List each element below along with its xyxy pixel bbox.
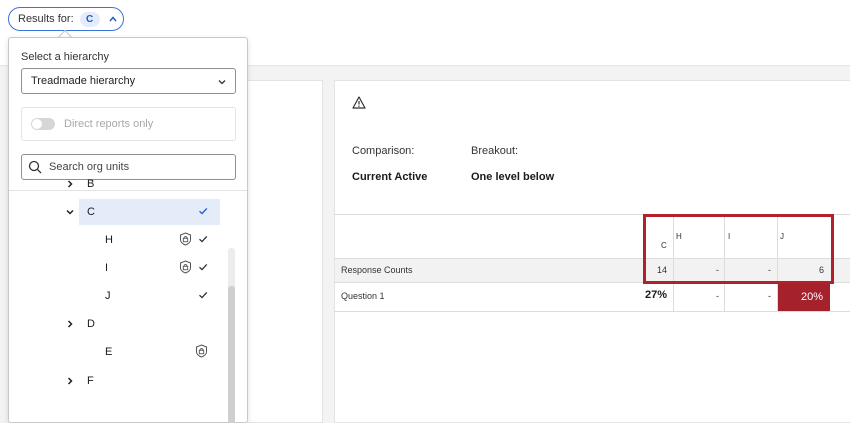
chevron-right-icon[interactable] <box>65 319 75 329</box>
hierarchy-label: Select a hierarchy <box>21 51 110 63</box>
comparison-value: Current Active <box>352 171 428 183</box>
tree-item-i[interactable]: I <box>61 255 221 281</box>
tree-item-j[interactable]: J <box>61 283 221 309</box>
checkmark-icon <box>198 262 208 275</box>
tree-item-label: D <box>87 318 95 330</box>
tree-item-label: C <box>87 206 95 218</box>
tree-item-c[interactable]: C <box>66 199 220 225</box>
highlight-frame <box>643 214 834 284</box>
warning-icon <box>352 96 366 114</box>
hierarchy-select-value: Treadmade hierarchy <box>31 75 136 87</box>
tree-item-d[interactable]: D <box>61 311 221 337</box>
cell-q1-j: 20% <box>778 283 830 311</box>
direct-reports-label: Direct reports only <box>64 118 154 130</box>
hierarchy-dropdown-panel: Select a hierarchy Treadmade hierarchy D… <box>8 37 248 423</box>
lock-shield-icon <box>179 231 192 249</box>
row-label-question-1: Question 1 <box>341 291 385 301</box>
checkmark-icon <box>198 206 208 219</box>
hierarchy-select[interactable]: Treadmade hierarchy <box>21 68 236 94</box>
tree-item-f[interactable]: F <box>61 368 221 394</box>
results-for-button[interactable]: Results for: C <box>8 7 124 31</box>
checkmark-icon <box>198 234 208 247</box>
checkmark-icon <box>198 290 208 303</box>
lock-shield-icon <box>179 259 192 277</box>
table-divider <box>334 311 850 312</box>
cell-q1-i: - <box>768 291 771 301</box>
chevron-down-icon[interactable] <box>65 207 75 217</box>
tree-item-label: E <box>105 346 113 358</box>
tree-item-label: B <box>87 178 95 190</box>
tree-item-label: J <box>105 290 111 302</box>
chevron-down-icon <box>217 77 227 90</box>
chevron-right-icon[interactable] <box>65 376 75 386</box>
cell-q1-h: - <box>716 291 719 301</box>
tree-item-e[interactable]: E <box>61 339 221 365</box>
tree-item-label: I <box>105 262 109 274</box>
results-for-value: C <box>79 11 100 27</box>
tree-item-b[interactable]: B <box>61 171 221 197</box>
chevron-right-icon[interactable] <box>65 179 75 189</box>
tree-item-label: H <box>105 234 113 246</box>
direct-reports-toggle-row[interactable]: Direct reports only <box>21 107 236 141</box>
breakout-value: One level below <box>471 171 555 183</box>
tree-item-h[interactable]: H <box>61 227 221 253</box>
tree-scrollbar-thumb[interactable] <box>228 286 235 423</box>
search-icon <box>28 160 42 174</box>
row-label-response-counts: Response Counts <box>341 265 413 275</box>
left-card <box>248 80 323 423</box>
results-for-label: Results for: <box>18 13 74 25</box>
direct-reports-toggle[interactable] <box>31 118 55 130</box>
lock-shield-icon <box>195 343 208 361</box>
breakout-label: Breakout: <box>471 145 519 157</box>
chevron-up-icon <box>108 14 118 24</box>
cell-q1-c: 27% <box>644 289 667 301</box>
comparison-label: Comparison: <box>352 145 415 157</box>
tree-item-label: F <box>87 375 94 387</box>
